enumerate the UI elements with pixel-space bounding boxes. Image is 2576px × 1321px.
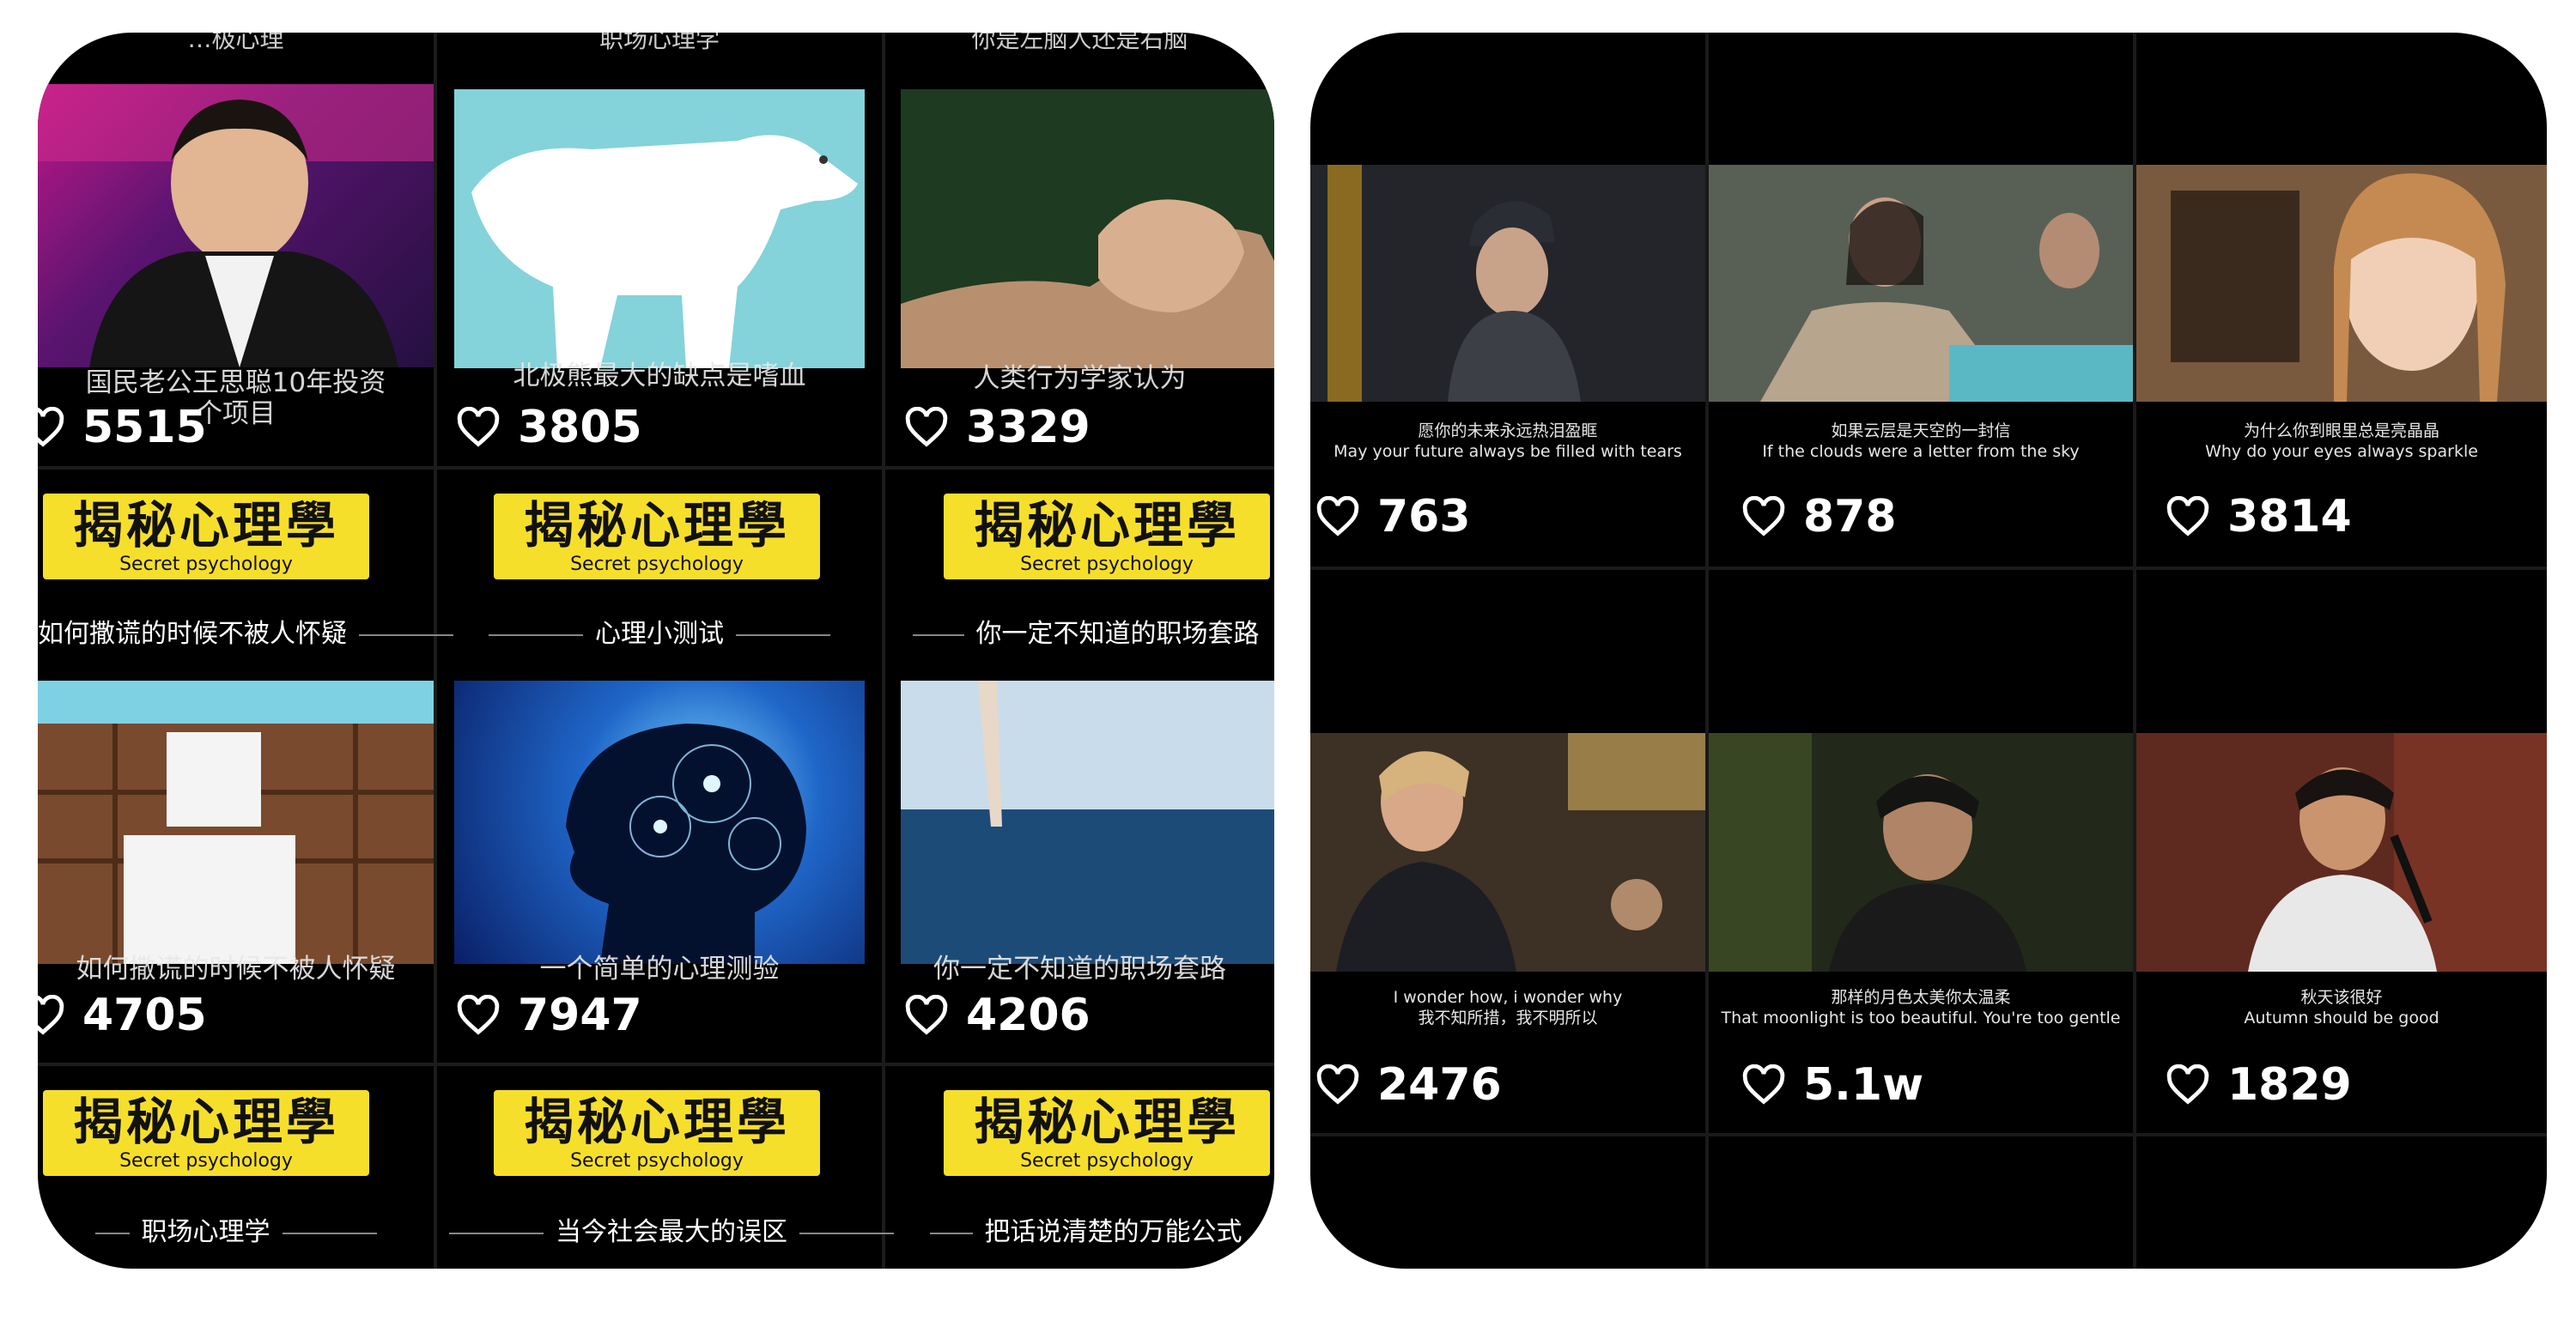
heart-icon[interactable] (904, 994, 949, 1036)
like-count-value: 2476 (1377, 1059, 1502, 1111)
polar-bear-thumbnail (454, 89, 865, 368)
video-tile[interactable]: 你一定不知道的职场套路 4206 (885, 681, 1274, 1063)
video-tile[interactable]: 人类行为学家认为 3329 (885, 33, 1274, 466)
subtitle-text: 如何撒谎的时候不被人怀疑 (38, 619, 347, 649)
secret-psychology-banner: 揭秘心理學 Secret psychology (43, 494, 369, 579)
like-count-value: 7947 (518, 990, 642, 1041)
video-caption: 如何撒谎的时候不被人怀疑 (76, 954, 396, 985)
banner-subtitle: Secret psychology (119, 1150, 293, 1172)
like-count-value: 4206 (966, 990, 1091, 1041)
secret-psychology-banner: 揭秘心理學 Secret psychology (494, 494, 820, 579)
secret-psychology-banner: 揭秘心理學 Secret psychology (43, 1090, 369, 1176)
like-count[interactable]: 5.1w (1741, 1059, 1923, 1111)
divider (885, 466, 1274, 470)
young-man-thumbnail (1709, 733, 2133, 972)
video-subtitle: 把话说清楚的万能公式 (885, 1210, 1274, 1248)
video-tile[interactable]: 一个简单的心理测验 7947 (437, 681, 882, 1063)
banner-subtitle: Secret psychology (1020, 1150, 1194, 1172)
office-legs-thumbnail (901, 681, 1274, 964)
secret-psychology-banner: 揭秘心理學 Secret psychology (944, 1090, 1270, 1176)
like-count[interactable]: 4206 (904, 990, 1091, 1041)
subtitle-text: 职场心理学 (141, 1217, 270, 1247)
video-subtitle-zh: 秋天该很好 (2300, 988, 2383, 1007)
like-count-value: 5515 (82, 402, 207, 453)
divider (437, 1063, 882, 1066)
video-subtitle-en: Autumn should be good (2244, 1009, 2439, 1027)
video-subtitle-en: That moonlight is too beautiful. You're … (1721, 1009, 2121, 1027)
video-subtitle-en: I wonder how, i wonder why (1393, 988, 1623, 1007)
banner-title: 揭秘心理學 (523, 1093, 790, 1151)
heart-icon[interactable] (1741, 1063, 1786, 1106)
like-count[interactable]: 3329 (904, 402, 1091, 453)
heart-icon[interactable] (1315, 1063, 1360, 1106)
video-subtitle: 心理小测试 (437, 612, 882, 650)
singer-microphone-thumbnail (2136, 733, 2547, 972)
like-count[interactable]: 1829 (2166, 1059, 2352, 1111)
banner-title: 揭秘心理學 (973, 1093, 1240, 1151)
divider (885, 1063, 1274, 1066)
banner-subtitle: Secret psychology (570, 554, 744, 575)
video-subtitle-zh: 我不知所措，我不明所以 (1418, 1009, 1598, 1027)
video-caption: 北极熊最大的缺点是嗜血 (513, 361, 806, 391)
secret-psychology-banner: 揭秘心理學 Secret psychology (494, 1090, 820, 1176)
video-subtitle: 职场心理学 (38, 1210, 434, 1248)
banner-title: 揭秘心理學 (523, 496, 790, 554)
man-portrait-thumbnail (38, 84, 434, 367)
divider (38, 466, 434, 470)
banner-subtitle: Secret psychology (570, 1150, 744, 1172)
video-caption: 一个简单的心理测验 (539, 954, 780, 985)
heart-icon[interactable] (2166, 1063, 2210, 1106)
left-screenshot-panel: …极心理 国民老公王思聪10年投资 个项目 5515 揭秘心理學 Secret … (38, 33, 1274, 1269)
heart-icon[interactable] (904, 406, 949, 448)
banner-subtitle: Secret psychology (1020, 554, 1194, 575)
video-subtitle: 你一定不知道的职场套路 (885, 612, 1274, 650)
video-column-1: …极心理 国民老公王思聪10年投资 个项目 5515 揭秘心理學 Secret … (38, 33, 453, 1269)
like-count-value: 1829 (2227, 1059, 2352, 1111)
video-tile[interactable]: I wonder how, i wonder why 我不知所措，我不明所以 2… (1310, 33, 1705, 1269)
banner-title: 揭秘心理學 (973, 496, 1240, 554)
video-subtitle: 如何撒谎的时候不被人怀疑 (38, 612, 453, 650)
like-count-value: 3329 (966, 402, 1091, 453)
video-tile[interactable]: 如何撒谎的时候不被人怀疑 4705 (38, 681, 434, 1063)
subtitle-text: 心理小测试 (595, 619, 724, 649)
banner-subtitle: Secret psychology (119, 554, 293, 575)
like-count-value: 4705 (82, 990, 207, 1041)
like-count-value: 5.1w (1803, 1059, 1924, 1111)
video-column-3: 你是左脑人还是右脑 人类行为学家认为 3329 揭秘心理學 Secret psy… (885, 33, 1274, 1269)
heart-icon[interactable] (456, 994, 501, 1036)
video-tile[interactable]: 秋天该很好 Autumn should be good 1829 (2136, 33, 2547, 1269)
brain-head-thumbnail (454, 681, 865, 964)
video-tile[interactable]: 国民老公王思聪10年投资 个项目 5515 (38, 33, 434, 466)
like-count[interactable]: 3805 (456, 402, 642, 453)
like-count[interactable]: 5515 (38, 402, 207, 453)
subtitle-text: 你一定不知道的职场套路 (975, 619, 1260, 649)
wood-figure-thumbnail (38, 681, 434, 964)
heart-icon[interactable] (38, 406, 65, 448)
video-tile[interactable]: 北极熊最大的缺点是嗜血 3805 (437, 33, 882, 466)
heart-icon[interactable] (38, 994, 65, 1036)
like-count[interactable]: 4705 (38, 990, 207, 1041)
banner-title: 揭秘心理學 (72, 1093, 339, 1151)
like-count[interactable]: 7947 (456, 990, 642, 1041)
heart-icon[interactable] (456, 406, 501, 448)
video-caption: 人类行为学家认为 (973, 363, 1187, 394)
banner-title: 揭秘心理學 (72, 496, 339, 554)
subtitle-text: 当今社会最大的误区 (556, 1217, 787, 1247)
divider (38, 1063, 434, 1066)
video-subtitle-zh: 那样的月色太美你太温柔 (1831, 988, 2011, 1007)
subtitle-text: 把话说清楚的万能公式 (984, 1217, 1242, 1247)
video-tile[interactable]: 那样的月色太美你太温柔 That moonlight is too beauti… (1709, 33, 2133, 1269)
secret-psychology-banner: 揭秘心理學 Secret psychology (944, 494, 1270, 579)
divider (437, 466, 882, 470)
video-column-2: 职场心理学 北极熊最大的缺点是嗜血 3805 揭秘心理學 Secret psyc… (437, 33, 894, 1269)
right-screenshot-panel: 愿你的未来永远热泪盈眶 May your future always be fi… (1310, 33, 2547, 1269)
like-count[interactable]: 2476 (1315, 1059, 1502, 1111)
clasped-hands-thumbnail (901, 89, 1274, 368)
like-count-value: 3805 (518, 402, 642, 453)
video-subtitle: 当今社会最大的误区 (437, 1210, 894, 1248)
video-caption: 你一定不知道的职场套路 (933, 954, 1226, 985)
singer-stage-thumbnail (1310, 733, 1705, 972)
